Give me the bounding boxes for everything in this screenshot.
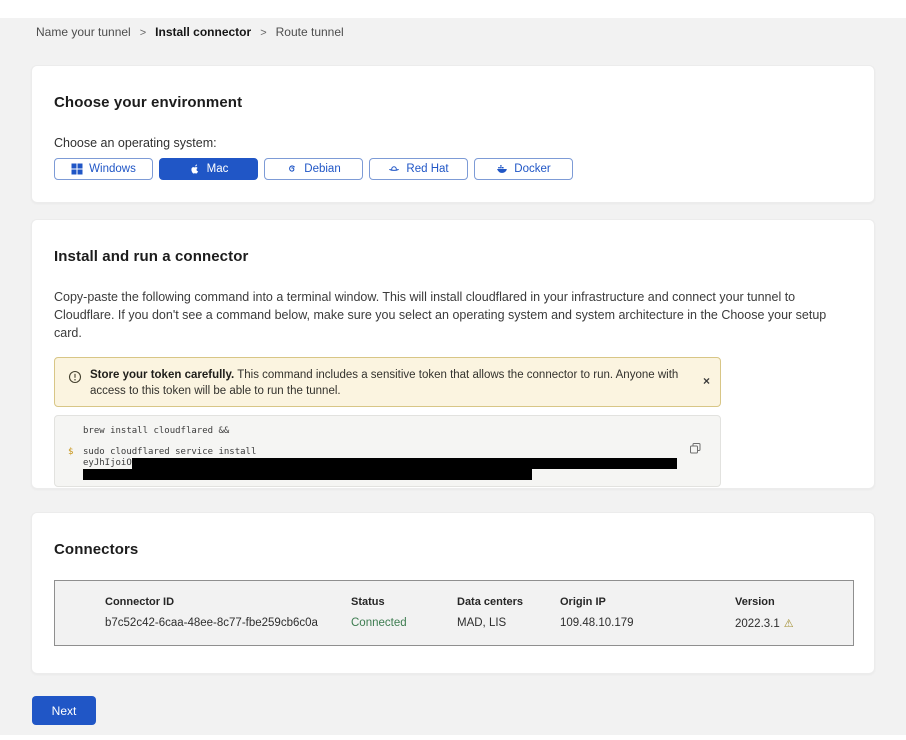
os-button-debian[interactable]: Debian bbox=[264, 158, 363, 180]
install-card-title: Install and run a connector bbox=[54, 248, 852, 265]
command-code-block: brew install cloudflared && $ sudo cloud… bbox=[54, 415, 721, 487]
breadcrumb: Name your tunnel > Install connector > Route… bbox=[0, 18, 906, 39]
os-button-label: Mac bbox=[207, 163, 229, 175]
os-button-label: Debian bbox=[304, 163, 340, 175]
alert-circle-icon bbox=[68, 370, 82, 384]
os-button-label: Windows bbox=[89, 163, 136, 175]
version-warning-icon: ⚠ bbox=[784, 618, 794, 630]
os-button-label: Docker bbox=[514, 163, 550, 175]
close-icon[interactable]: × bbox=[703, 375, 710, 387]
header-origin-ip: Origin IP bbox=[560, 596, 735, 608]
connector-id-value: b7c52c42-6caa-48ee-8c77-fbe259cb6c0a bbox=[105, 617, 351, 630]
windows-icon bbox=[71, 163, 83, 175]
redacted-token-bar bbox=[132, 458, 677, 469]
install-connector-card: Install and run a connector Copy-paste t… bbox=[31, 219, 875, 489]
origin-ip-value: 109.48.10.179 bbox=[560, 617, 735, 630]
connectors-card: Connectors Connector ID Status Data cent… bbox=[31, 512, 875, 674]
os-select-label: Choose an operating system: bbox=[54, 136, 852, 150]
connectors-table: Connector ID Status Data centers Origin … bbox=[54, 580, 854, 646]
connectors-table-header: Connector ID Status Data centers Origin … bbox=[105, 596, 833, 608]
header-connector-id: Connector ID bbox=[105, 596, 351, 608]
token-warning-text: Store your token carefully. This command… bbox=[90, 367, 703, 399]
code-line-token-wrap bbox=[83, 469, 704, 480]
token-prefix: eyJhIjoiO bbox=[83, 458, 132, 468]
code-line-brew: brew install cloudflared && bbox=[83, 426, 704, 437]
redacted-token-bar bbox=[83, 469, 532, 480]
tunnel-setup-page: Name your tunnel > Install connector > Route… bbox=[0, 18, 906, 735]
token-warning-banner: Store your token carefully. This command… bbox=[54, 357, 721, 407]
code-line-install: sudo cloudflared service install bbox=[83, 447, 704, 458]
environment-card: Choose your environment Choose an operat… bbox=[31, 65, 875, 203]
apple-icon bbox=[189, 163, 201, 175]
docker-icon bbox=[496, 163, 508, 175]
breadcrumb-step-install-connector[interactable]: Install connector bbox=[155, 25, 251, 39]
version-value: 2022.3.1 ⚠ bbox=[735, 617, 833, 630]
token-warning-bold: Store your token carefully. bbox=[90, 369, 234, 381]
breadcrumb-separator: > bbox=[260, 27, 266, 39]
copy-icon[interactable] bbox=[689, 442, 702, 455]
os-button-redhat[interactable]: Red Hat bbox=[369, 158, 468, 180]
connectors-card-title: Connectors bbox=[54, 541, 852, 558]
os-button-label: Red Hat bbox=[406, 163, 448, 175]
version-number: 2022.3.1 bbox=[735, 618, 780, 630]
breadcrumb-step-name-your-tunnel[interactable]: Name your tunnel bbox=[36, 25, 131, 39]
os-button-windows[interactable]: Windows bbox=[54, 158, 153, 180]
os-button-mac[interactable]: Mac bbox=[159, 158, 258, 180]
shell-prompt: $ bbox=[68, 447, 73, 457]
breadcrumb-step-route-tunnel[interactable]: Route tunnel bbox=[276, 25, 344, 39]
data-centers-value: MAD, LIS bbox=[457, 617, 560, 630]
connector-table-row: b7c52c42-6caa-48ee-8c77-fbe259cb6c0a Con… bbox=[105, 617, 833, 630]
debian-icon bbox=[286, 163, 298, 175]
next-button[interactable]: Next bbox=[32, 696, 96, 725]
redhat-icon bbox=[388, 163, 400, 175]
os-button-group: Windows Mac Debian Red Hat bbox=[54, 158, 852, 180]
install-card-description: Copy-paste the following command into a … bbox=[54, 288, 852, 342]
header-status: Status bbox=[351, 596, 457, 608]
code-line-token: eyJhIjoiO bbox=[83, 458, 704, 469]
environment-card-title: Choose your environment bbox=[54, 94, 852, 111]
breadcrumb-separator: > bbox=[140, 27, 146, 39]
status-badge: Connected bbox=[351, 617, 457, 630]
header-version: Version bbox=[735, 596, 833, 608]
header-data-centers: Data centers bbox=[457, 596, 560, 608]
os-button-docker[interactable]: Docker bbox=[474, 158, 573, 180]
